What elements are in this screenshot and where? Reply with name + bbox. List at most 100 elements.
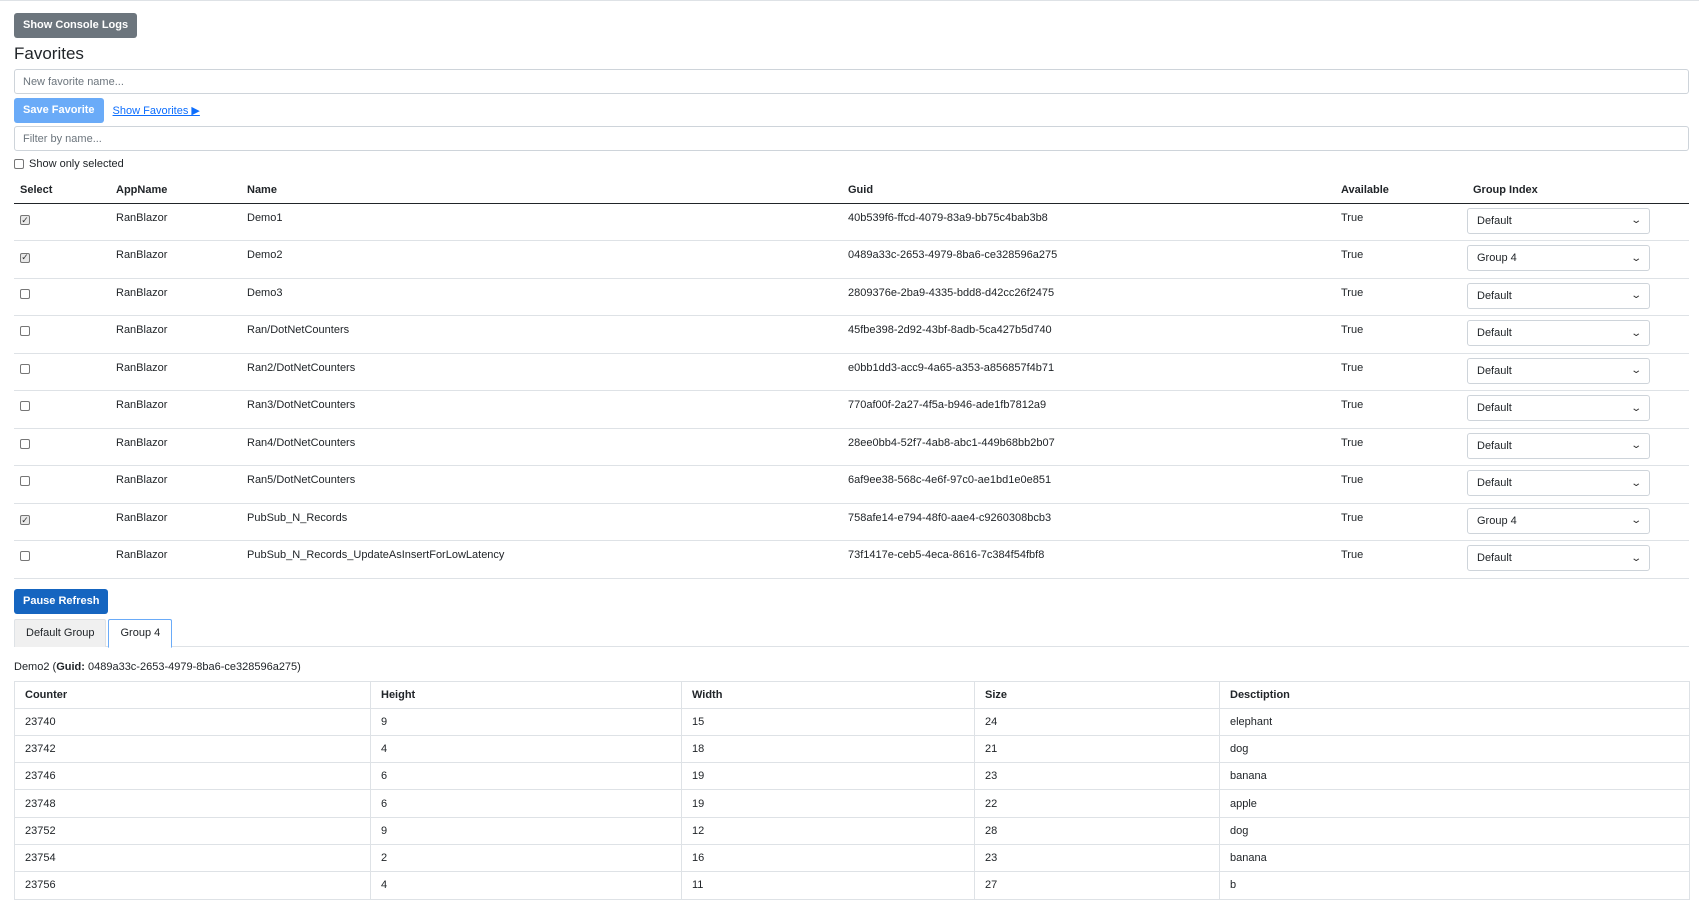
- group-index-select[interactable]: Default ⌄: [1467, 545, 1650, 571]
- row-name: Demo3: [241, 278, 842, 316]
- row-select-checkbox[interactable]: [20, 363, 30, 374]
- row-appname: RanBlazor: [110, 465, 241, 504]
- group-index-value: Default: [1477, 289, 1512, 302]
- table-row: 23754 2 16 23 banana: [14, 843, 1690, 873]
- header-select: Select: [14, 178, 110, 204]
- cell-width: 11: [681, 871, 975, 900]
- cell-width: 19: [681, 762, 975, 791]
- cell-description: banana: [1219, 843, 1690, 873]
- tab-default-group[interactable]: Default Group: [14, 618, 107, 647]
- row-group-cell: Group 4 ⌄: [1467, 503, 1689, 541]
- row-available: True: [1335, 465, 1467, 504]
- row-guid: 28ee0bb4-52f7-4ab8-abc1-449b68bb2b07: [842, 428, 1335, 466]
- row-select-checkbox[interactable]: [20, 326, 30, 336]
- tab-group-4[interactable]: Group 4: [108, 618, 173, 648]
- row-select-cell: [14, 353, 110, 391]
- row-name: Ran2/DotNetCounters: [241, 353, 842, 391]
- row-select-cell: [14, 428, 110, 466]
- row-select-checkbox[interactable]: [20, 288, 30, 299]
- row-select-cell: [14, 278, 110, 316]
- counters-table-header: Counter Height Width Size Desctiption: [14, 680, 1690, 709]
- row-available: True: [1335, 315, 1467, 354]
- cell-description: apple: [1219, 789, 1690, 818]
- row-select-checkbox[interactable]: [20, 438, 30, 449]
- row-guid: 40b539f6-ffcd-4079-83a9-bb75c4bab3b8: [842, 203, 1335, 241]
- row-available: True: [1335, 353, 1467, 391]
- save-favorite-button[interactable]: Save Favorite: [14, 97, 104, 123]
- app-row: RanBlazor Ran5/DotNetCounters 6af9ee38-568…: [14, 465, 1689, 504]
- row-select-checkbox[interactable]: ✓: [20, 215, 30, 225]
- row-name: Demo2: [241, 240, 842, 279]
- header-height: Height: [370, 680, 682, 709]
- top-border: [0, 0, 1699, 2]
- group-index-select[interactable]: Group 4 ⌄: [1467, 507, 1650, 534]
- group-index-value: Default: [1477, 364, 1512, 377]
- group-index-select[interactable]: Default ⌄: [1467, 395, 1650, 421]
- cell-counter: 23740: [14, 707, 371, 736]
- row-name: Ran5/DotNetCounters: [241, 465, 842, 504]
- row-guid: e0bb1dd3-acc9-4a65-a353-a856857f4b71: [842, 353, 1335, 391]
- row-group-cell: Default ⌄: [1467, 540, 1689, 579]
- favorite-name-input[interactable]: [14, 69, 1689, 94]
- cell-counter: 23752: [14, 816, 371, 845]
- row-appname: RanBlazor: [110, 390, 241, 429]
- details-guid: 0489a33c-2653-4979-8ba6-ce328596a275: [87, 660, 298, 673]
- row-available: True: [1335, 240, 1467, 279]
- app-row: RanBlazor Ran3/DotNetCounters 770af00f-2a2…: [14, 390, 1689, 429]
- group-index-select[interactable]: Default ⌄: [1467, 432, 1650, 459]
- pause-refresh-button[interactable]: Pause Refresh: [14, 588, 109, 614]
- app-row: RanBlazor Ran4/DotNetCounters 28ee0bb4-52f…: [14, 428, 1689, 466]
- header-guid: Guid: [842, 178, 1335, 204]
- cell-size: 23: [974, 762, 1220, 791]
- row-name: Ran4/DotNetCounters: [241, 428, 842, 466]
- app-row: RanBlazor Demo3 2809376e-2ba9-4335-bdd8-d4…: [14, 278, 1689, 316]
- cell-counter: 23742: [14, 734, 371, 764]
- cell-size: 27: [974, 871, 1220, 900]
- filter-name-input[interactable]: [14, 126, 1689, 151]
- selected-app-details: Demo2 (Guid: 0489a33c-2653-4979-8ba6-ce3…: [14, 660, 301, 673]
- group-index-select[interactable]: Default ⌄: [1467, 470, 1650, 496]
- row-select-cell: ✓: [14, 203, 110, 241]
- row-guid: 45fbe398-2d92-43bf-8adb-5ca427b5d740: [842, 315, 1335, 354]
- row-select-checkbox[interactable]: [20, 551, 30, 561]
- row-select-checkbox[interactable]: ✓: [20, 252, 30, 263]
- details-name: Demo2: [14, 660, 50, 673]
- show-console-logs-button[interactable]: Show Console Logs: [14, 13, 138, 38]
- row-available: True: [1335, 540, 1467, 579]
- header-available: Available: [1335, 178, 1467, 204]
- row-guid: 770af00f-2a27-4f5a-b946-ade1fb7812a9: [842, 390, 1335, 429]
- row-group-cell: Default ⌄: [1467, 278, 1689, 316]
- chevron-down-icon: ⌄: [1629, 327, 1642, 339]
- table-row: 23746 6 19 23 banana: [14, 762, 1690, 791]
- row-name: Ran3/DotNetCounters: [241, 390, 842, 429]
- row-group-cell: Default ⌄: [1467, 428, 1689, 466]
- group-index-select[interactable]: Default ⌄: [1467, 357, 1650, 384]
- chevron-down-icon: ⌄: [1629, 515, 1642, 526]
- show-favorites-link[interactable]: Show Favorites ▶: [113, 104, 200, 117]
- table-row: 23740 9 15 24 elephant: [14, 707, 1690, 736]
- apps-table-header: Select AppName Name Guid Available Group…: [14, 178, 1689, 204]
- show-only-selected-row: Show only selected: [14, 154, 1689, 174]
- row-group-cell: Default ⌄: [1467, 353, 1689, 391]
- chevron-down-icon: ⌄: [1629, 552, 1642, 564]
- app-row: ✓ RanBlazor PubSub_N_Records 758afe14-e794-…: [14, 503, 1689, 541]
- group-tabs: Default Group Group 4: [14, 618, 1689, 648]
- header-name: Name: [241, 178, 842, 204]
- row-select-checkbox[interactable]: [20, 476, 30, 486]
- row-select-checkbox[interactable]: ✓: [20, 515, 30, 525]
- header-counter: Counter: [14, 680, 371, 709]
- cell-height: 2: [370, 843, 682, 873]
- group-index-select[interactable]: Default ⌄: [1467, 320, 1650, 346]
- row-select-checkbox[interactable]: [20, 401, 30, 411]
- group-index-select[interactable]: Group 4 ⌄: [1467, 245, 1650, 271]
- row-appname: RanBlazor: [110, 428, 241, 466]
- row-appname: RanBlazor: [110, 353, 241, 391]
- group-index-select[interactable]: Default ⌄: [1467, 207, 1650, 234]
- show-only-selected-checkbox[interactable]: [14, 159, 24, 169]
- group-index-value: Group 4: [1477, 252, 1517, 264]
- row-appname: RanBlazor: [110, 278, 241, 316]
- cell-size: 21: [974, 734, 1220, 764]
- group-index-select[interactable]: Default ⌄: [1467, 282, 1650, 309]
- app-row: RanBlazor Ran/DotNetCounters 45fbe398-2d92…: [14, 315, 1689, 354]
- app-row: RanBlazor Ran2/DotNetCounters e0bb1dd3-acc…: [14, 353, 1689, 391]
